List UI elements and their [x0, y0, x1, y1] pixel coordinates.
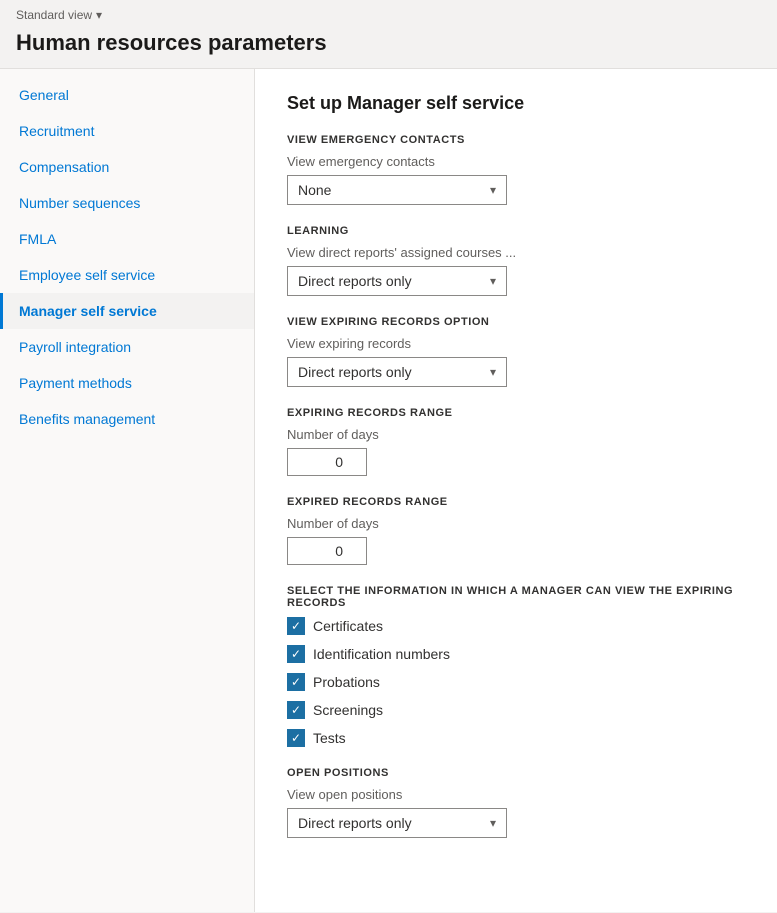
sidebar-item-employee-self-service[interactable]: Employee self service — [0, 257, 254, 293]
expired-records-range-input[interactable] — [287, 537, 367, 565]
sidebar-item-recruitment[interactable]: Recruitment — [0, 113, 254, 149]
checkbox-item-screenings[interactable]: ✓ Screenings — [287, 701, 745, 719]
sidebar-item-payment-methods[interactable]: Payment methods — [0, 365, 254, 401]
checkbox-label-probations: Probations — [313, 674, 380, 690]
main-layout: GeneralRecruitmentCompensationNumber seq… — [0, 69, 777, 912]
checkmark-icon: ✓ — [291, 704, 301, 716]
top-bar: Standard view ▾ Human resources paramete… — [0, 0, 777, 69]
expired-records-range-sublabel: Number of days — [287, 516, 745, 531]
checkbox-item-identification-numbers[interactable]: ✓ Identification numbers — [287, 645, 745, 663]
expired-records-range-group: EXPIRED RECORDS RANGE Number of days — [287, 496, 745, 565]
checkbox-item-certificates[interactable]: ✓ Certificates — [287, 617, 745, 635]
checkbox-box-probations: ✓ — [287, 673, 305, 691]
sidebar-item-payroll-integration[interactable]: Payroll integration — [0, 329, 254, 365]
chevron-down-icon: ▾ — [490, 274, 496, 288]
expiring-records-range-label: EXPIRING RECORDS RANGE — [287, 407, 745, 419]
sidebar: GeneralRecruitmentCompensationNumber seq… — [0, 69, 255, 912]
view-emergency-contacts-sublabel: View emergency contacts — [287, 154, 745, 169]
view-expiring-records-sublabel: View expiring records — [287, 336, 745, 351]
view-expiring-records-value: Direct reports only — [298, 364, 412, 380]
open-positions-value: Direct reports only — [298, 815, 412, 831]
checkbox-box-screenings: ✓ — [287, 701, 305, 719]
open-positions-label: OPEN POSITIONS — [287, 767, 745, 779]
checkmark-icon: ✓ — [291, 676, 301, 688]
chevron-down-icon: ▾ — [490, 816, 496, 830]
view-expiring-records-label: VIEW EXPIRING RECORDS OPTION — [287, 316, 745, 328]
expired-records-range-label: EXPIRED RECORDS RANGE — [287, 496, 745, 508]
checkbox-box-tests: ✓ — [287, 729, 305, 747]
view-expiring-records-dropdown[interactable]: Direct reports only ▾ — [287, 357, 507, 387]
checkbox-label-tests: Tests — [313, 730, 346, 746]
standard-view-chevron: ▾ — [96, 8, 102, 22]
open-positions-dropdown[interactable]: Direct reports only ▾ — [287, 808, 507, 838]
expiring-records-range-sublabel: Number of days — [287, 427, 745, 442]
learning-group: LEARNING View direct reports' assigned c… — [287, 225, 745, 296]
content-section-title: Set up Manager self service — [287, 93, 745, 114]
checkbox-item-probations[interactable]: ✓ Probations — [287, 673, 745, 691]
sidebar-item-number-sequences[interactable]: Number sequences — [0, 185, 254, 221]
standard-view-label: Standard view — [16, 8, 92, 22]
checkbox-label-identification-numbers: Identification numbers — [313, 646, 450, 662]
view-emergency-contacts-group: VIEW EMERGENCY CONTACTS View emergency c… — [287, 134, 745, 205]
learning-value: Direct reports only — [298, 273, 412, 289]
sidebar-item-benefits-management[interactable]: Benefits management — [0, 401, 254, 437]
checkbox-label-certificates: Certificates — [313, 618, 383, 634]
checkbox-label-screenings: Screenings — [313, 702, 383, 718]
sidebar-item-manager-self-service[interactable]: Manager self service — [0, 293, 254, 329]
content-area: Set up Manager self service VIEW EMERGEN… — [255, 69, 777, 912]
view-emergency-contacts-value: None — [298, 182, 331, 198]
sidebar-item-compensation[interactable]: Compensation — [0, 149, 254, 185]
checkmark-icon: ✓ — [291, 620, 301, 632]
learning-label: LEARNING — [287, 225, 745, 237]
view-expiring-records-group: VIEW EXPIRING RECORDS OPTION View expiri… — [287, 316, 745, 387]
expiring-records-range-input[interactable] — [287, 448, 367, 476]
view-emergency-contacts-label: VIEW EMERGENCY CONTACTS — [287, 134, 745, 146]
expiring-records-range-group: EXPIRING RECORDS RANGE Number of days — [287, 407, 745, 476]
learning-sublabel: View direct reports' assigned courses ..… — [287, 245, 745, 260]
learning-dropdown[interactable]: Direct reports only ▾ — [287, 266, 507, 296]
checkbox-box-identification-numbers: ✓ — [287, 645, 305, 663]
sidebar-item-general[interactable]: General — [0, 77, 254, 113]
view-emergency-contacts-dropdown[interactable]: None ▾ — [287, 175, 507, 205]
standard-view-toggle[interactable]: Standard view ▾ — [16, 8, 761, 22]
page-title: Human resources parameters — [16, 26, 761, 64]
checkbox-group: ✓ Certificates ✓ Identification numbers ✓ Pro… — [287, 617, 745, 747]
select-information-group: SELECT THE INFORMATION IN WHICH A MANAGE… — [287, 585, 745, 747]
checkbox-item-tests[interactable]: ✓ Tests — [287, 729, 745, 747]
select-information-label: SELECT THE INFORMATION IN WHICH A MANAGE… — [287, 585, 745, 609]
sidebar-item-fmla[interactable]: FMLA — [0, 221, 254, 257]
chevron-down-icon: ▾ — [490, 183, 496, 197]
checkmark-icon: ✓ — [291, 648, 301, 660]
checkbox-box-certificates: ✓ — [287, 617, 305, 635]
open-positions-sublabel: View open positions — [287, 787, 745, 802]
checkmark-icon: ✓ — [291, 732, 301, 744]
open-positions-group: OPEN POSITIONS View open positions Direc… — [287, 767, 745, 838]
chevron-down-icon: ▾ — [490, 365, 496, 379]
